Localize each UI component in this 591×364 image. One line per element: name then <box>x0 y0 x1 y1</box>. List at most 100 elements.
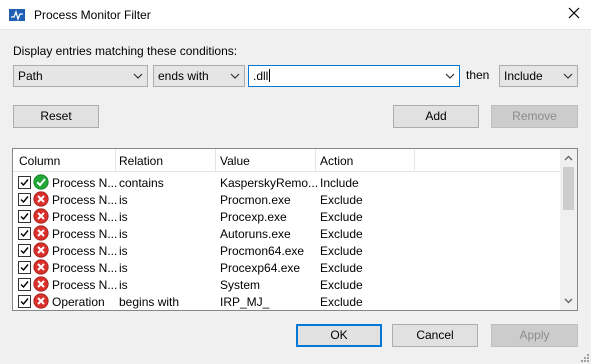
exclude-x-icon <box>33 259 49 275</box>
row-checkbox[interactable] <box>18 176 31 189</box>
scroll-up-icon[interactable] <box>563 153 574 164</box>
column-header-relation[interactable]: Relation <box>119 154 163 168</box>
row-checkbox[interactable] <box>18 227 31 240</box>
chevron-down-icon[interactable] <box>445 71 455 81</box>
chevron-down-icon <box>563 73 573 79</box>
then-label: then <box>466 68 490 82</box>
reset-button[interactable]: Reset <box>13 105 99 128</box>
window-title: Process Monitor Filter <box>34 8 151 22</box>
scroll-down-icon[interactable] <box>563 295 574 306</box>
cell-value: Procexp.exe <box>220 210 287 224</box>
table-row[interactable]: Process N... is Procmon.exe Exclude <box>13 191 562 208</box>
include-check-icon <box>33 174 49 190</box>
checkmark-icon <box>20 264 29 272</box>
cell-value: Procexp64.exe <box>220 261 301 275</box>
cell-value: Procmon.exe <box>220 193 291 207</box>
chevron-down-icon <box>230 73 240 79</box>
checkmark-icon <box>20 230 29 238</box>
table-row[interactable]: Process N... is Procexp64.exe Exclude <box>13 259 562 276</box>
relation-dropdown-value: ends with <box>158 69 209 83</box>
row-checkbox[interactable] <box>18 193 31 206</box>
value-input-text: .dll <box>253 69 269 83</box>
cell-action: Include <box>320 176 359 190</box>
text-caret <box>269 69 271 82</box>
cell-action: Exclude <box>320 210 363 224</box>
resize-grip-icon[interactable] <box>579 352 589 362</box>
cell-action: Exclude <box>320 295 363 309</box>
column-dropdown-value: Path <box>18 69 43 83</box>
chevron-down-icon <box>133 73 143 79</box>
cell-value: Autoruns.exe <box>220 227 291 241</box>
table-row[interactable]: Operation begins with IRP_MJ_ Exclude <box>13 293 562 310</box>
checkmark-icon <box>20 298 29 306</box>
close-icon[interactable] <box>567 6 581 20</box>
cell-action: Exclude <box>320 261 363 275</box>
apply-button[interactable]: Apply <box>491 324 578 347</box>
cancel-button[interactable]: Cancel <box>392 324 478 347</box>
checkmark-icon <box>20 196 29 204</box>
vertical-scrollbar[interactable] <box>560 149 577 310</box>
header-divider[interactable] <box>315 149 316 171</box>
ok-button[interactable]: OK <box>296 324 382 347</box>
checkmark-icon <box>20 213 29 221</box>
row-checkbox[interactable] <box>18 210 31 223</box>
title-bar: Process Monitor Filter <box>0 0 591 30</box>
exclude-x-icon <box>33 293 49 309</box>
header-divider[interactable] <box>414 149 415 171</box>
cell-relation: is <box>119 261 128 275</box>
cell-column: Process N... <box>52 210 118 224</box>
table-row[interactable]: Process N... contains KasperskyRemo... Incl… <box>13 174 562 191</box>
cell-relation: is <box>119 227 128 241</box>
cell-column: Process N... <box>52 227 118 241</box>
checkmark-icon <box>20 179 29 187</box>
cell-relation: is <box>119 193 128 207</box>
cell-column: Process N... <box>52 176 118 190</box>
cell-relation: is <box>119 244 128 258</box>
value-combobox[interactable]: .dll <box>248 65 460 87</box>
cell-action: Exclude <box>320 193 363 207</box>
exclude-x-icon <box>33 242 49 258</box>
exclude-x-icon <box>33 225 49 241</box>
table-row[interactable]: Process N... is Procmon64.exe Exclude <box>13 242 562 259</box>
header-divider[interactable] <box>115 149 116 171</box>
relation-dropdown[interactable]: ends with <box>153 65 245 87</box>
row-checkbox[interactable] <box>18 295 31 308</box>
row-checkbox[interactable] <box>18 261 31 274</box>
column-header-column[interactable]: Column <box>19 154 60 168</box>
row-checkbox[interactable] <box>18 244 31 257</box>
add-button[interactable]: Add <box>393 105 479 128</box>
cell-relation: begins with <box>119 295 180 309</box>
cell-relation: contains <box>119 176 164 190</box>
row-checkbox[interactable] <box>18 278 31 291</box>
cell-value: IRP_MJ_ <box>220 295 270 309</box>
table-row[interactable]: Process N... is Procexp.exe Exclude <box>13 208 562 225</box>
remove-button[interactable]: Remove <box>491 105 578 128</box>
cell-value: Procmon64.exe <box>220 244 305 258</box>
cell-relation: is <box>119 210 128 224</box>
table-row[interactable]: Process N... is Autoruns.exe Exclude <box>13 225 562 242</box>
cell-value: KasperskyRemo... <box>220 176 319 190</box>
cell-column: Operation <box>52 295 105 309</box>
cell-column: Process N... <box>52 278 118 292</box>
action-dropdown[interactable]: Include <box>499 65 578 87</box>
header-divider[interactable] <box>215 149 216 171</box>
column-header-value[interactable]: Value <box>220 154 250 168</box>
exclude-x-icon <box>33 208 49 224</box>
process-monitor-icon <box>9 9 25 22</box>
action-dropdown-value: Include <box>504 69 543 83</box>
filter-list[interactable]: Column Relation Value Action Process N..… <box>12 148 578 311</box>
column-dropdown[interactable]: Path <box>13 65 148 87</box>
table-row[interactable]: Process N... is System Exclude <box>13 276 562 293</box>
cell-column: Process N... <box>52 261 118 275</box>
cell-action: Exclude <box>320 227 363 241</box>
conditions-label: Display entries matching these condition… <box>13 44 238 58</box>
column-header-action[interactable]: Action <box>320 154 353 168</box>
scrollbar-thumb[interactable] <box>563 167 574 210</box>
checkmark-icon <box>20 281 29 289</box>
cell-column: Process N... <box>52 193 118 207</box>
cell-relation: is <box>119 278 128 292</box>
exclude-x-icon <box>33 276 49 292</box>
cell-action: Exclude <box>320 278 363 292</box>
filter-list-header: Column Relation Value Action <box>13 149 562 172</box>
exclude-x-icon <box>33 191 49 207</box>
